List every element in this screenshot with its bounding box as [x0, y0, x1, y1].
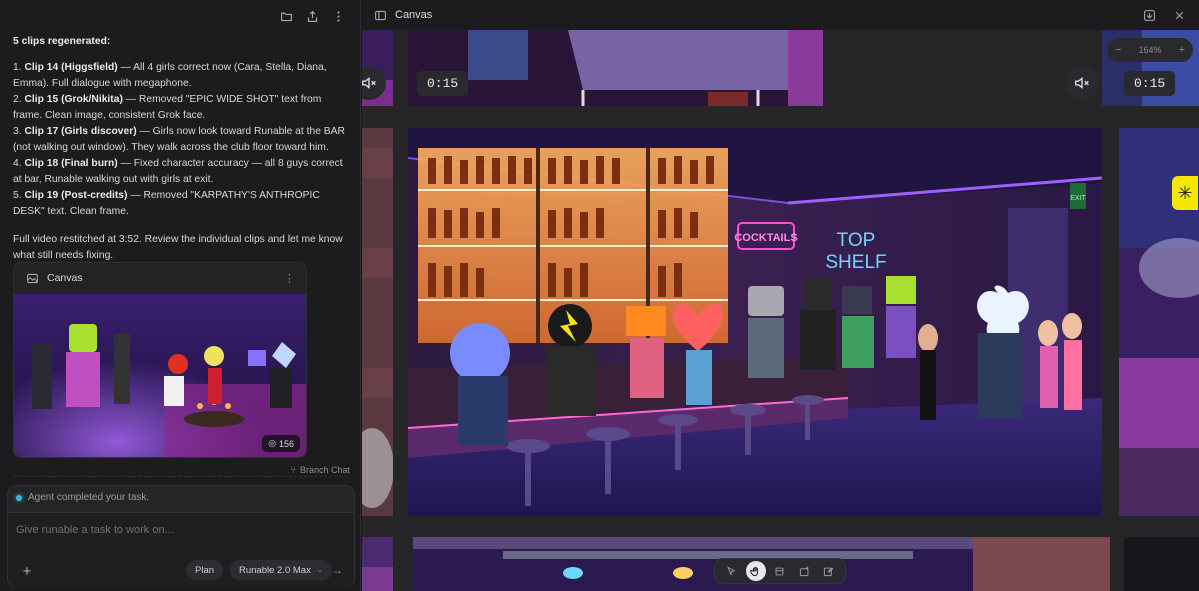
- sign-exit: EXIT: [1070, 195, 1086, 202]
- frame-icon[interactable]: [770, 561, 790, 581]
- composer-box: + Plan Runable 2.0 Max ⌄ →: [8, 512, 354, 588]
- more-vertical-icon[interactable]: ⋮: [284, 272, 296, 285]
- send-arrow-icon[interactable]: →: [328, 561, 346, 579]
- item-number: 1.: [13, 62, 22, 73]
- canvas-panel: Canvas 0:15 0:15 − 164% + COCKTAILS TOP …: [362, 0, 1199, 591]
- agent-message: 5 clips regenerated: 1. Clip 14 (Higgsfi…: [13, 34, 353, 264]
- sign-cocktails: COCKTAILS: [734, 232, 797, 244]
- item-number: 3.: [13, 126, 22, 137]
- item-title: Clip 18 (Final burn): [24, 158, 118, 169]
- message-heading: 5 clips regenerated:: [13, 36, 111, 47]
- close-icon[interactable]: [1171, 7, 1187, 23]
- composer: Agent completed your task. + Plan Runabl…: [7, 485, 355, 588]
- clip-frame-bottom-left[interactable]: [362, 537, 393, 591]
- hand-icon[interactable]: [745, 561, 766, 581]
- list-item: 1. Clip 14 (Higgsfield) — All 4 girls co…: [13, 60, 353, 92]
- canvas-thumbnail[interactable]: ◎ 156: [14, 294, 306, 457]
- canvas-area[interactable]: 0:15 0:15 − 164% + COCKTAILS TOP SHELF E…: [362, 30, 1199, 591]
- canvas-title: Canvas: [395, 9, 433, 21]
- more-vertical-icon[interactable]: [330, 8, 346, 24]
- item-number: 4.: [13, 158, 22, 169]
- clip-count-badge: ◎ 156: [262, 435, 300, 452]
- list-item: 2. Clip 15 (Grok/Nikita) — Removed "EPIC…: [13, 92, 353, 124]
- share-icon[interactable]: [304, 8, 320, 24]
- zoom-level: 164%: [1138, 45, 1162, 55]
- canvas-header: Canvas: [362, 0, 1199, 30]
- item-title: Clip 15 (Grok/Nikita): [24, 94, 123, 105]
- canvas-card[interactable]: Canvas ⋮ ◎ 156: [13, 262, 307, 458]
- chat-panel: 5 clips regenerated: 1. Clip 14 (Higgsfi…: [0, 0, 361, 591]
- canvas-card-header: Canvas ⋮: [14, 263, 306, 293]
- folder-icon[interactable]: [278, 8, 294, 24]
- clip-frame-main[interactable]: COCKTAILS TOP SHELF EXIT: [408, 128, 1102, 516]
- branch-chat-label: Branch Chat: [299, 465, 350, 475]
- sparkle-icon[interactable]: ✳: [1172, 176, 1198, 210]
- download-icon[interactable]: [1141, 7, 1157, 23]
- item-title: Clip 19 (Post-credits): [24, 190, 128, 201]
- agent-status-text: Agent completed your task.: [28, 492, 150, 503]
- item-number: 5.: [13, 190, 22, 201]
- sign-top: TOP: [837, 230, 876, 251]
- clip-frame-mid-left[interactable]: [362, 128, 393, 516]
- mute-icon[interactable]: [1065, 66, 1099, 100]
- item-number: 2.: [13, 94, 22, 105]
- model-label: Runable 2.0 Max: [239, 564, 311, 576]
- branch-icon: ⑂: [290, 465, 296, 475]
- plan-button[interactable]: Plan: [186, 560, 224, 580]
- canvas-icon: [372, 7, 388, 23]
- clip-count: 156: [278, 438, 294, 449]
- pointer-icon[interactable]: [721, 561, 741, 581]
- sign-shelf: SHELF: [825, 252, 886, 273]
- chat-toolbar: [278, 8, 346, 24]
- list-item: 4. Clip 18 (Final burn) — Fixed characte…: [13, 156, 353, 188]
- plus-icon[interactable]: +: [18, 562, 36, 580]
- agent-status: Agent completed your task.: [16, 492, 149, 503]
- item-title: Clip 17 (Girls discover): [24, 126, 137, 137]
- clip-frame-bottom-right[interactable]: [1124, 537, 1199, 591]
- model-selector[interactable]: Runable 2.0 Max ⌄: [230, 560, 332, 580]
- canvas-header-actions: [1141, 7, 1187, 23]
- zoom-control: − 164% +: [1107, 38, 1193, 62]
- message-footer: Full video restitched at 3:52. Review th…: [13, 234, 343, 261]
- item-title: Clip 14 (Higgsfield): [24, 62, 118, 73]
- branch-chat-button[interactable]: ⑂ Branch Chat: [291, 465, 350, 475]
- divider: [13, 476, 347, 477]
- image-magic-icon[interactable]: [794, 561, 814, 581]
- status-dot-icon: [16, 494, 22, 501]
- list-item: 5. Clip 19 (Post-credits) — Removed "KAR…: [13, 188, 353, 220]
- task-input[interactable]: [16, 521, 346, 539]
- timecode-left: 0:15: [417, 71, 469, 96]
- canvas-card-title: Canvas: [47, 272, 83, 284]
- canvas-toolbar: [714, 558, 846, 584]
- timecode-right: 0:15: [1124, 71, 1176, 96]
- clip-frame-top-center[interactable]: [408, 30, 823, 106]
- canvas-icon: [24, 270, 40, 286]
- zoom-out-button[interactable]: −: [1115, 44, 1121, 56]
- zoom-in-button[interactable]: +: [1179, 44, 1185, 56]
- layers-icon: ◎: [268, 438, 276, 448]
- chevron-down-icon: ⌄: [316, 567, 323, 574]
- list-item: 3. Clip 17 (Girls discover) — Girls now …: [13, 124, 353, 156]
- edit-icon[interactable]: [819, 561, 839, 581]
